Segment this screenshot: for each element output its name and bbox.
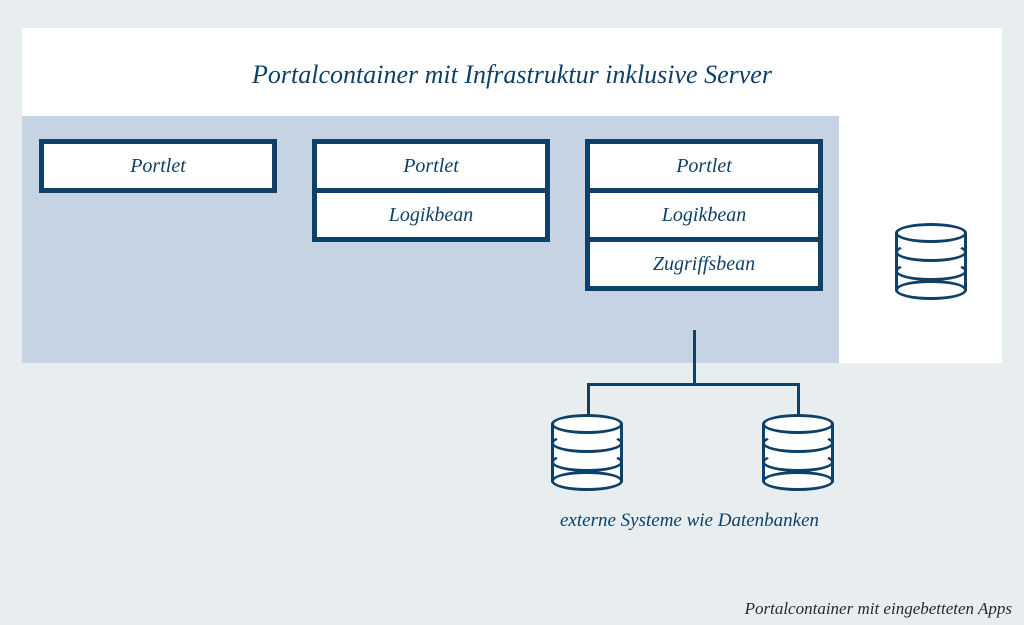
app-stack-3: Portlet Logikbean Zugriffsbean [585,139,823,291]
connector-line [693,330,696,385]
inner-container-box: Portlet Portlet Logikbean Portlet Logikb… [22,116,839,363]
database-icon [895,223,967,301]
stack-cell: Zugriffsbean [590,242,818,286]
connector-line [797,383,800,415]
connector-line [587,383,800,386]
figure-caption: Portalcontainer mit eingebetteten Apps [745,599,1012,619]
stack-cell: Portlet [590,144,818,188]
diagram-title: Portalcontainer mit Infrastruktur inklus… [22,28,1002,118]
stack-cell: Logikbean [590,193,818,237]
database-icon [762,414,834,492]
stack-cell: Logikbean [317,193,545,237]
stack-cell: Portlet [317,144,545,188]
app-stack-2: Portlet Logikbean [312,139,550,242]
portal-container-box: Portalcontainer mit Infrastruktur inklus… [22,28,1002,363]
database-icon [551,414,623,492]
app-stack-1: Portlet [39,139,277,193]
stack-cell: Portlet [44,144,272,188]
external-systems-caption: externe Systeme wie Datenbanken [560,510,860,532]
connector-line [587,383,590,415]
